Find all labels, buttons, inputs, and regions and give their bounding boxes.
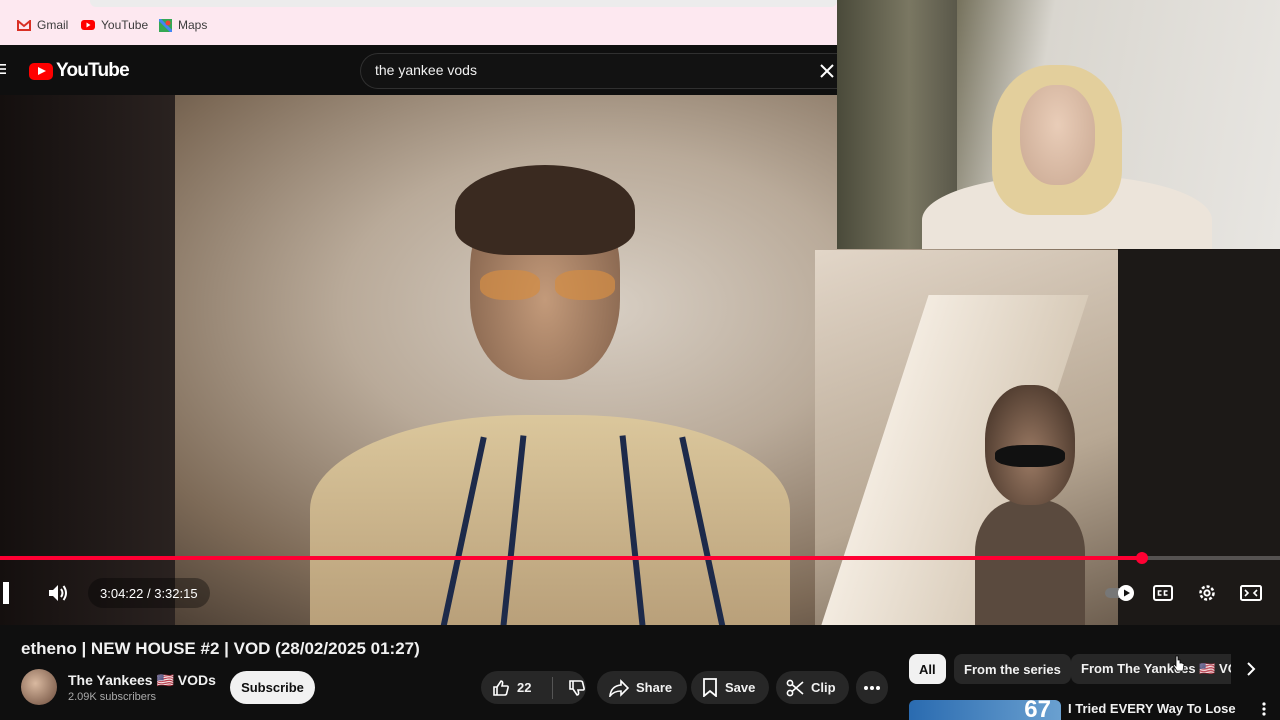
time-display: 3:04:22 / 3:32:15 bbox=[88, 578, 210, 608]
sunglasses bbox=[480, 270, 615, 300]
bookmarks-bar: Gmail YouTube Maps bbox=[0, 0, 837, 45]
autoplay-toggle-icon bbox=[1105, 585, 1134, 601]
logo-text: YouTube bbox=[56, 60, 130, 81]
theater-mode-button[interactable] bbox=[1236, 578, 1266, 608]
like-button[interactable]: 22 bbox=[481, 679, 545, 697]
like-dislike-group: 22 bbox=[481, 671, 586, 704]
chip-from-channel[interactable]: From The Yankees 🇺🇸 VOI bbox=[1071, 654, 1231, 684]
gear-icon bbox=[1199, 585, 1215, 601]
divider bbox=[552, 676, 553, 699]
video-title: etheno | NEW HOUSE #2 | VOD (28/02/2025 … bbox=[21, 639, 420, 658]
youtube-logo[interactable]: YouTube bbox=[29, 60, 130, 82]
progress-bar[interactable] bbox=[0, 552, 1280, 564]
youtube-logo-icon bbox=[29, 62, 53, 80]
youtube-icon bbox=[81, 20, 95, 30]
video-letterbox-left bbox=[0, 95, 175, 625]
chips-next-button[interactable] bbox=[1236, 654, 1266, 684]
pause-icon bbox=[3, 582, 9, 604]
scrubber-handle[interactable] bbox=[1135, 552, 1148, 564]
browser-tab-strip bbox=[90, 0, 837, 7]
captions-icon bbox=[1153, 585, 1173, 601]
volume-icon bbox=[49, 585, 67, 601]
hair bbox=[455, 165, 635, 255]
menu-icon[interactable] bbox=[0, 63, 6, 75]
youtube-header: YouTube the yankee vods bbox=[0, 45, 838, 95]
second-person-body bbox=[975, 500, 1085, 625]
save-label: Save bbox=[725, 680, 756, 695]
clip-label: Clip bbox=[811, 680, 836, 695]
clip-button[interactable]: Clip bbox=[776, 671, 849, 704]
bookmark-label: Gmail bbox=[37, 18, 69, 32]
search-box[interactable]: the yankee vods bbox=[360, 53, 838, 89]
second-person-sunglasses bbox=[995, 445, 1065, 467]
like-count: 22 bbox=[517, 680, 532, 695]
share-label: Share bbox=[636, 680, 673, 695]
settings-button[interactable] bbox=[1192, 578, 1222, 608]
share-button[interactable]: Share bbox=[597, 671, 687, 704]
recommended-video-title[interactable]: I Tried EVERY Way To Lose bbox=[1068, 701, 1236, 716]
captions-button[interactable] bbox=[1148, 578, 1178, 608]
thumbs-down-icon bbox=[569, 679, 585, 696]
webcam-person-face bbox=[1020, 85, 1095, 185]
maps-icon bbox=[159, 18, 172, 32]
save-button[interactable]: Save bbox=[691, 671, 769, 704]
dislike-button[interactable] bbox=[560, 679, 586, 697]
chevron-right-icon bbox=[1247, 662, 1256, 676]
bookmark-youtube[interactable]: YouTube bbox=[81, 17, 148, 33]
channel-name[interactable]: The Yankees 🇺🇸 VODs bbox=[68, 672, 216, 689]
volume-button[interactable] bbox=[42, 578, 74, 608]
more-horizontal-icon bbox=[864, 685, 880, 690]
bookmark-label: Maps bbox=[178, 18, 208, 32]
progress-played bbox=[0, 556, 1142, 560]
chip-from-series[interactable]: From the series bbox=[954, 654, 1071, 684]
clear-search-icon[interactable] bbox=[816, 60, 838, 82]
gmail-icon bbox=[17, 19, 31, 31]
channel-avatar[interactable] bbox=[21, 669, 57, 705]
more-actions-button[interactable] bbox=[856, 671, 888, 704]
pause-button[interactable] bbox=[0, 578, 14, 608]
bookmark-label: YouTube bbox=[101, 18, 149, 32]
subscribe-button[interactable]: Subscribe bbox=[230, 671, 315, 704]
thumbs-up-icon bbox=[493, 679, 509, 696]
thumbnail-text: 67 bbox=[1024, 700, 1051, 720]
mouse-cursor-icon bbox=[1172, 655, 1185, 672]
chip-all[interactable]: All bbox=[909, 654, 946, 684]
bookmark-maps[interactable]: Maps bbox=[159, 17, 207, 33]
recommended-video-thumbnail[interactable]: 67 bbox=[909, 700, 1061, 720]
autoplay-toggle[interactable] bbox=[1104, 578, 1136, 608]
bookmark-gmail[interactable]: Gmail bbox=[17, 17, 68, 33]
search-input[interactable]: the yankee vods bbox=[375, 62, 477, 78]
theater-mode-icon bbox=[1240, 585, 1262, 601]
subscriber-count: 2.09K subscribers bbox=[68, 691, 157, 703]
webcam-overlay bbox=[837, 0, 1280, 249]
share-icon bbox=[609, 678, 629, 697]
scissors-icon bbox=[786, 679, 804, 696]
bookmark-icon bbox=[703, 678, 717, 697]
more-vertical-icon[interactable] bbox=[1262, 702, 1266, 716]
video-letterbox-right bbox=[1118, 250, 1280, 625]
second-person-figure bbox=[975, 385, 1085, 625]
